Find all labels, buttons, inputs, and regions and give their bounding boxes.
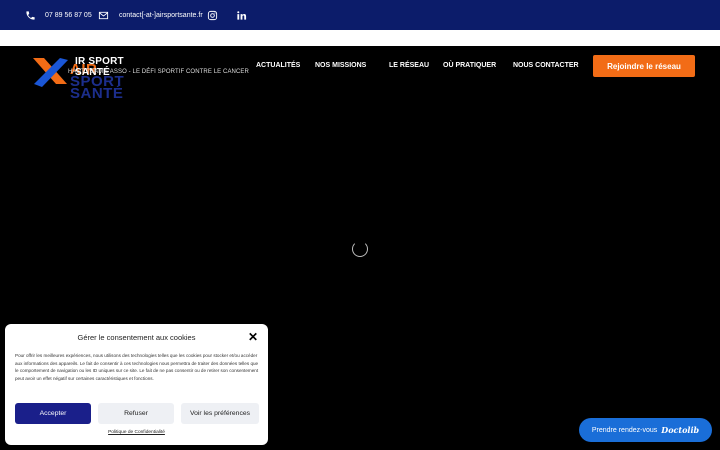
cookie-body: Pour offrir les meilleures expériences, … [15, 353, 259, 381]
doctolib-label: Prendre rendez-vous [591, 426, 658, 434]
nav-ou-pratiquer[interactable]: Où pratiquer [443, 62, 496, 69]
email-link[interactable]: contact[-at-]airsportsante.fr [97, 0, 203, 30]
linkedin-icon [235, 9, 247, 21]
nav-actualites[interactable]: Actualités [256, 62, 300, 69]
brand-tagline: HAUT TEAM L'ASSO - LE DÉFI SPORTIF CONTR… [68, 69, 249, 75]
nav-contact[interactable]: Nous contacter [513, 62, 579, 69]
instagram-link[interactable] [206, 0, 218, 30]
logo-x-icon [33, 58, 68, 87]
cookie-title: Gérer le consentement aux cookies [77, 333, 196, 342]
mail-icon [97, 9, 109, 21]
doctolib-logo: Doctolib [661, 425, 700, 435]
site-header: AIR SPORT SANTÉ IR SPORT SANTÉ HAUT TEAM… [0, 46, 720, 101]
linkedin-link[interactable] [235, 0, 247, 30]
phone-icon [24, 9, 36, 21]
instagram-icon [206, 9, 218, 21]
cookie-consent-dialog: Gérer le consentement aux cookies ✕ Pour… [5, 324, 268, 445]
phone-number: 07 89 56 87 05 [45, 11, 92, 19]
white-band [0, 30, 720, 46]
preferences-button[interactable]: Voir les préférences [181, 403, 259, 424]
join-network-button[interactable]: Rejoindre le réseau [593, 55, 695, 77]
site-logo[interactable]: AIR SPORT SANTÉ IR SPORT SANTÉ HAUT TEAM… [30, 50, 249, 101]
refuse-button[interactable]: Refuser [98, 403, 174, 424]
privacy-policy-link[interactable]: Politique de Confidentialité [5, 430, 268, 435]
doctolib-appointment-button[interactable]: Prendre rendez-vous Doctolib [579, 418, 712, 442]
top-contact-bar: 07 89 56 87 05 contact[-at-]airsportsant… [0, 0, 720, 30]
phone-link[interactable]: 07 89 56 87 05 [24, 0, 92, 30]
close-icon[interactable]: ✕ [247, 331, 259, 343]
nav-missions[interactable]: Nos missions [315, 62, 366, 69]
logo-ghost-line3: SANTÉ [70, 85, 124, 102]
loading-spinner-icon [352, 241, 368, 257]
email-address: contact[-at-]airsportsante.fr [119, 11, 203, 19]
nav-reseau[interactable]: Le réseau [389, 62, 429, 69]
accept-button[interactable]: Accepter [15, 403, 91, 424]
